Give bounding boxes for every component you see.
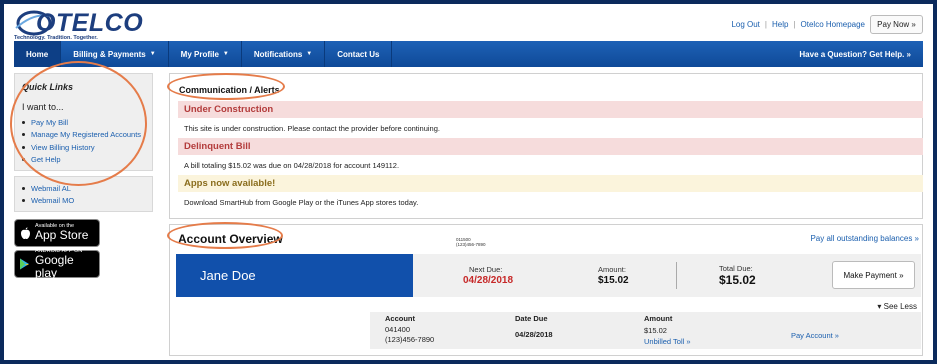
account-overview-title: Account Overview <box>178 232 283 246</box>
alert-heading: Under Construction <box>178 101 923 118</box>
make-payment-button[interactable]: Make Payment » <box>832 261 915 289</box>
quick-links-intro: I want to... <box>22 102 64 112</box>
total-due-value: $15.02 <box>719 273 756 287</box>
main-navbar: Home Billing & Payments ▼ My Profile ▼ Not… <box>14 41 923 67</box>
pay-now-button[interactable]: Pay Now » <box>870 15 923 34</box>
pay-my-bill-link[interactable]: Pay My Bill <box>31 118 68 127</box>
pay-all-balances-link[interactable]: Pay all outstanding balances » <box>810 234 919 243</box>
get-help-link[interactable]: Get Help <box>31 155 61 164</box>
list-item: Pay My Bill <box>22 116 141 129</box>
list-item: Webmail AL <box>22 182 74 195</box>
tiny-account-label: 011500 (123)456-7890 <box>456 237 486 248</box>
amount-value: $15.02 <box>598 275 629 286</box>
app-store-badge[interactable]: Available on the App Store <box>14 219 100 247</box>
caret-down-icon: ▼ <box>306 51 313 57</box>
divider: | <box>793 20 796 29</box>
date-due-cell: 04/28/2018 <box>515 330 553 339</box>
alert-body: A bill totaling $15.02 was due on 04/28/… <box>184 161 400 170</box>
pay-account-link[interactable]: Pay Account » <box>791 331 839 340</box>
nav-label: My Profile <box>180 49 219 59</box>
bullet-icon <box>22 120 25 124</box>
bullet-icon <box>22 133 25 137</box>
communication-alerts-panel: Communication / Alerts Under Constructio… <box>169 73 923 219</box>
unbilled-toll-link[interactable]: Unbilled Toll » <box>644 337 691 346</box>
caret-down-icon: ▼ <box>222 51 229 57</box>
nav-label: Notifications <box>253 49 303 59</box>
nav-get-help[interactable]: Have a Question? Get Help. » <box>787 41 923 67</box>
account-holder-name: Jane Doe <box>176 254 413 297</box>
webmail-mo-link[interactable]: Webmail MO <box>31 196 74 205</box>
account-table: Account Date Due Amount 041400 (123)456-… <box>370 312 921 349</box>
column-header: Date Due <box>515 314 548 323</box>
alert-heading: Apps now available! <box>178 175 923 192</box>
total-due-label: Total Due: <box>719 264 753 273</box>
quick-links-list: Pay My Bill Manage My Registered Account… <box>22 116 141 166</box>
otelco-logo[interactable]: OTELCO Technology. Tradition. Together. <box>14 8 144 44</box>
google-play-icon <box>15 258 35 270</box>
top-links: Log Out | Help | Otelco Homepage <box>731 20 865 29</box>
nav-contact-us[interactable]: Contact Us <box>325 41 393 67</box>
alert-heading: Delinquent Bill <box>178 138 923 155</box>
logout-link[interactable]: Log Out <box>731 20 759 29</box>
webmail-panel: Webmail AL Webmail MO <box>14 176 153 212</box>
list-item: Webmail MO <box>22 195 74 208</box>
next-due-label: Next Due: <box>469 265 503 274</box>
list-item: View Billing History <box>22 141 141 154</box>
webmail-list: Webmail AL Webmail MO <box>22 182 74 207</box>
app-store-big-text: App Store <box>35 228 89 243</box>
divider: | <box>764 20 767 29</box>
column-header: Account <box>385 314 415 323</box>
caret-down-icon: ▼ <box>149 51 156 57</box>
brand-name: OTELCO <box>36 9 144 37</box>
tiny-account-phone: (123)456-7890 <box>456 241 486 247</box>
google-play-badge[interactable]: ANDROID APP ON Google play <box>14 248 100 280</box>
webmail-al-link[interactable]: Webmail AL <box>31 184 71 193</box>
amount-label: Amount: <box>598 265 626 274</box>
account-summary-band: Jane Doe Next Due: 04/28/2018 Amount: $1… <box>176 254 921 297</box>
divider <box>676 262 677 289</box>
bullet-icon <box>22 186 25 190</box>
page-frame: OTELCO Technology. Tradition. Together. … <box>4 4 933 360</box>
nav-my-profile[interactable]: My Profile ▼ <box>169 41 242 67</box>
google-play-big-text: Google play <box>34 253 74 280</box>
billing-history-link[interactable]: View Billing History <box>31 143 95 152</box>
help-link[interactable]: Help <box>772 20 788 29</box>
account-number-cell: 041400 <box>385 325 411 334</box>
next-due-date: 04/28/2018 <box>463 275 514 286</box>
bullet-icon <box>22 199 25 203</box>
apple-icon <box>15 226 35 240</box>
manage-accounts-link[interactable]: Manage My Registered Accounts <box>31 130 141 139</box>
see-less-toggle[interactable]: ▾ See Less <box>877 302 917 311</box>
list-item: Get Help <box>22 154 141 167</box>
alert-body: This site is under construction. Please … <box>184 124 440 133</box>
bullet-icon <box>22 145 25 149</box>
nav-home[interactable]: Home <box>14 41 62 67</box>
account-phone-cell: (123)456-7890 <box>385 335 435 344</box>
nav-notifications[interactable]: Notifications ▼ <box>242 41 326 67</box>
column-header: Amount <box>644 314 673 323</box>
nav-label: Contact Us <box>337 49 380 59</box>
nav-billing-payments[interactable]: Billing & Payments ▼ <box>61 41 169 67</box>
bullet-icon <box>22 158 25 162</box>
quick-links-panel: Quick Links I want to... Pay My Bill Man… <box>14 73 153 171</box>
nav-label: Home <box>26 49 49 59</box>
quick-links-title: Quick Links <box>22 82 74 92</box>
list-item: Manage My Registered Accounts <box>22 129 141 142</box>
alert-body: Download SmartHub from Google Play or th… <box>184 198 419 207</box>
account-overview-panel: Account Overview 011500 (123)456-7890 Pa… <box>169 224 923 356</box>
amount-cell: $15.02 <box>644 326 667 335</box>
app-store-text: Available on the App Store <box>35 223 89 243</box>
nav-label: Billing & Payments <box>73 49 146 59</box>
homepage-link[interactable]: Otelco Homepage <box>801 20 865 29</box>
google-play-text: ANDROID APP ON Google play <box>34 248 99 280</box>
communication-title: Communication / Alerts <box>179 85 280 95</box>
